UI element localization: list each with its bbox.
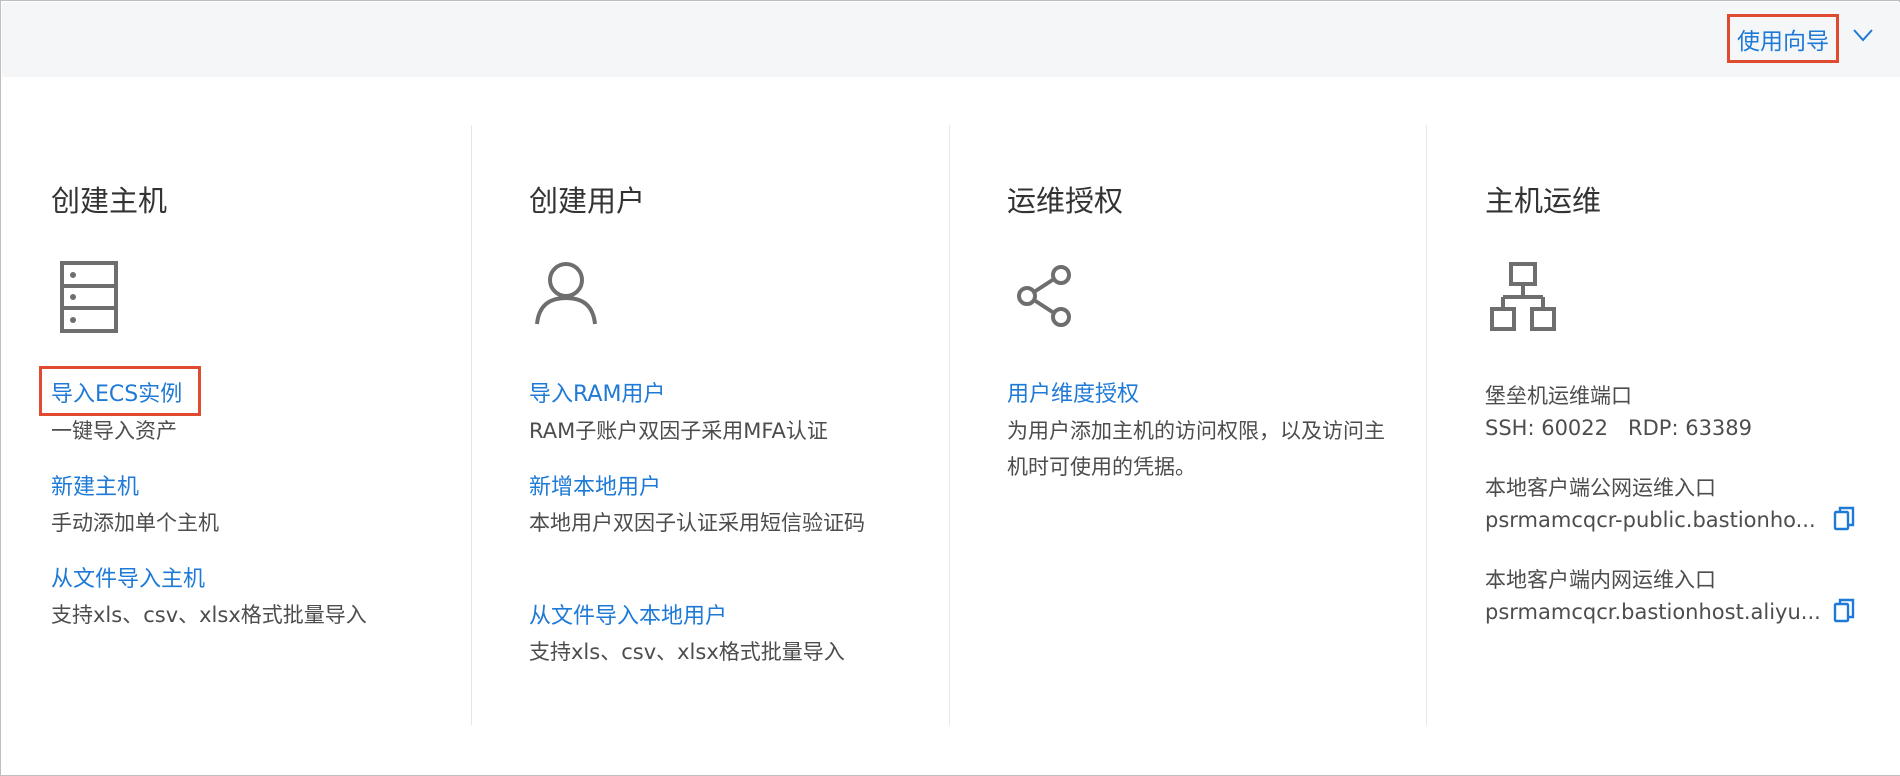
server-icon — [60, 261, 118, 333]
private-entry-value: psrmamcqcr.bastionhost.aliyu... — [1485, 600, 1821, 624]
column-title: 主机运维 — [1485, 184, 1602, 218]
window-frame: 使用向导 创建主机 导入ECS实例 一键导入资产 新建主机 手动添加单个主机 从… — [0, 0, 1900, 776]
share-icon — [1017, 265, 1071, 327]
copy-icon[interactable] — [1833, 598, 1855, 624]
user-dimension-auth-link[interactable]: 用户维度授权 — [1007, 376, 1139, 408]
public-entry-value: psrmamcqcr-public.bastionho... — [1485, 508, 1816, 532]
bastion-port-label: 堡垒机运维端口 — [1485, 384, 1632, 408]
column-title: 创建用户 — [529, 184, 646, 218]
import-host-file-desc: 支持xls、csv、xlsx格式批量导入 — [51, 603, 367, 627]
guide-dropdown-panel: 创建主机 导入ECS实例 一键导入资产 新建主机 手动添加单个主机 从文件导入主… — [2, 77, 1900, 775]
column-divider — [1426, 125, 1427, 725]
new-local-user-desc: 本地用户双因子认证采用短信验证码 — [529, 511, 865, 535]
import-ecs-link[interactable]: 导入ECS实例 — [51, 376, 182, 408]
new-host-link[interactable]: 新建主机 — [51, 469, 139, 501]
column-title: 运维授权 — [1007, 184, 1124, 218]
column-title: 创建主机 — [51, 184, 168, 218]
public-entry-label: 本地客户端公网运维入口 — [1485, 476, 1716, 500]
user-icon — [535, 262, 597, 325]
chevron-down-icon[interactable] — [1848, 20, 1878, 50]
import-local-user-file-desc: 支持xls、csv、xlsx格式批量导入 — [529, 640, 845, 664]
new-local-user-link[interactable]: 新增本地用户 — [529, 469, 661, 501]
user-dimension-auth-desc: 为用户添加主机的访问权限，以及访问主机时可使用的凭据。 — [1007, 419, 1385, 479]
private-entry-label: 本地客户端内网运维入口 — [1485, 568, 1716, 592]
column-divider — [949, 125, 950, 725]
copy-icon[interactable] — [1833, 506, 1855, 532]
bastion-port-values: SSH: 60022 RDP: 63389 — [1485, 416, 1753, 440]
import-host-file-link[interactable]: 从文件导入主机 — [51, 561, 205, 593]
import-ecs-desc: 一键导入资产 — [51, 419, 177, 443]
column-divider — [471, 125, 472, 725]
import-ram-user-link[interactable]: 导入RAM用户 — [529, 376, 665, 408]
import-local-user-file-link[interactable]: 从文件导入本地用户 — [529, 598, 727, 630]
top-bar: 使用向导 — [2, 2, 1900, 77]
new-host-desc: 手动添加单个主机 — [51, 511, 219, 535]
network-topology-icon — [1490, 262, 1556, 331]
import-ram-user-desc: RAM子账户双因子采用MFA认证 — [529, 419, 828, 443]
usage-guide-label: 使用向导 — [1737, 28, 1829, 55]
usage-guide-button[interactable]: 使用向导 — [1727, 14, 1839, 63]
